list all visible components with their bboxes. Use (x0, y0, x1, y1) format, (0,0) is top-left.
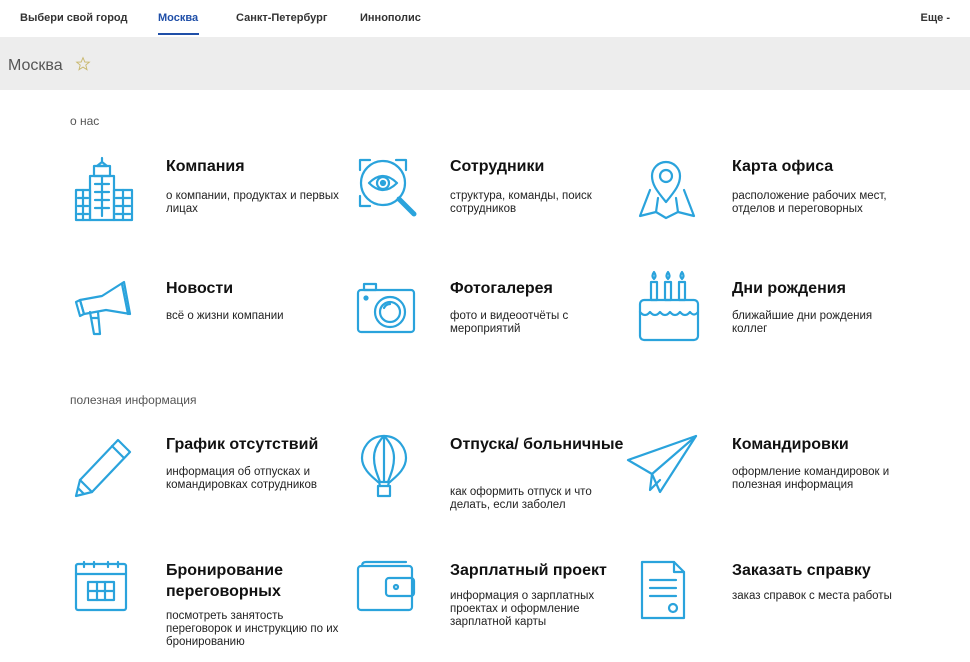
card-title: Фотогалерея (450, 280, 553, 297)
eye-search-icon (358, 158, 417, 217)
card-news[interactable]: Новости всё о жизни компании (72, 278, 342, 378)
card-description: информация о зарплатных проектах и оформ… (450, 590, 595, 628)
card-description: фото и видеоотчёты с мероприятий (450, 310, 569, 335)
card-title: Сотрудники (450, 158, 545, 175)
paper-plane-icon (626, 434, 698, 494)
card-description: ближайшие дни рождения коллег (732, 310, 873, 335)
card-employees[interactable]: Сотрудники структура, команды, поиск сот… (356, 156, 626, 256)
card-office-map[interactable]: Карта офиса расположение рабочих мест, о… (638, 156, 908, 256)
section-useful-label: полезная информация (70, 393, 197, 407)
card-description: информация об отпусках и командировках с… (166, 466, 317, 491)
city-nav: Выбери свой город Москва Санкт-Петербург… (0, 0, 970, 36)
card-business-trips[interactable]: Командировки оформление командировок и п… (626, 434, 896, 534)
tab-city-moscow[interactable]: Москва (158, 12, 198, 24)
card-title: Командировки (732, 436, 849, 453)
card-description: расположение рабочих мест, отделов и пер… (732, 190, 887, 215)
page-header: Москва (0, 37, 970, 90)
card-title: Заказать справку (732, 562, 871, 579)
card-order-certificate[interactable]: Заказать справку заказ справок с места р… (638, 560, 908, 660)
calendar-icon (74, 560, 128, 612)
balloon-icon (360, 434, 408, 498)
card-title: Карта офиса (732, 158, 834, 175)
tab-city-innopolis[interactable]: Иннополис (360, 12, 421, 24)
camera-icon (356, 282, 416, 334)
card-description: заказ справок с места работы (732, 590, 892, 602)
card-description: как оформить отпуск и что делать, если з… (450, 486, 592, 511)
more-cities-dropdown[interactable]: Еще - (921, 12, 950, 24)
section-about-label: о нас (70, 114, 100, 128)
document-icon (640, 560, 686, 620)
megaphone-icon (74, 280, 132, 336)
card-title: График отсутствий (166, 436, 319, 453)
card-meeting-room-booking[interactable]: Бронирование переговорных посмотреть зан… (72, 560, 342, 660)
pencil-icon (74, 438, 132, 498)
card-description: всё о жизни компании (166, 310, 284, 322)
card-title: Дни рождения (732, 280, 846, 297)
card-title: Отпуска/ больничные (450, 436, 624, 453)
card-title: Компания (166, 158, 245, 175)
star-icon[interactable] (75, 56, 91, 72)
choose-city-label: Выбери свой город (20, 12, 128, 24)
card-photo-gallery[interactable]: Фотогалерея фото и видеоотчёты с меропри… (356, 278, 626, 378)
card-title: Бронирование переговорных (166, 562, 284, 600)
tab-city-spb[interactable]: Санкт-Петербург (236, 12, 327, 24)
cake-icon (638, 270, 700, 342)
active-tab-underline (158, 33, 199, 35)
card-title: Новости (166, 280, 234, 297)
card-absence-schedule[interactable]: График отсутствий информация об отпусках… (72, 434, 342, 534)
wallet-icon (356, 560, 416, 612)
map-pin-icon (638, 160, 696, 220)
card-company[interactable]: Компания о компании, продуктах и первых … (72, 156, 342, 256)
card-description: посмотреть занятость переговорок и инстр… (166, 610, 339, 648)
building-icon (74, 156, 134, 222)
page-title: Москва (8, 57, 63, 74)
card-title: Зарплатный проект (450, 562, 607, 579)
card-vacations[interactable]: Отпуска/ больничные как оформить отпуск … (356, 434, 626, 534)
card-description: структура, команды, поиск сотрудников (450, 190, 592, 215)
card-birthdays[interactable]: Дни рождения ближайшие дни рождения колл… (638, 270, 908, 370)
card-description: о компании, продуктах и первых лицах (166, 190, 339, 215)
card-description: оформление командировок и полезная инфор… (732, 466, 890, 491)
card-salary-project[interactable]: Зарплатный проект информация о зарплатны… (356, 560, 626, 660)
